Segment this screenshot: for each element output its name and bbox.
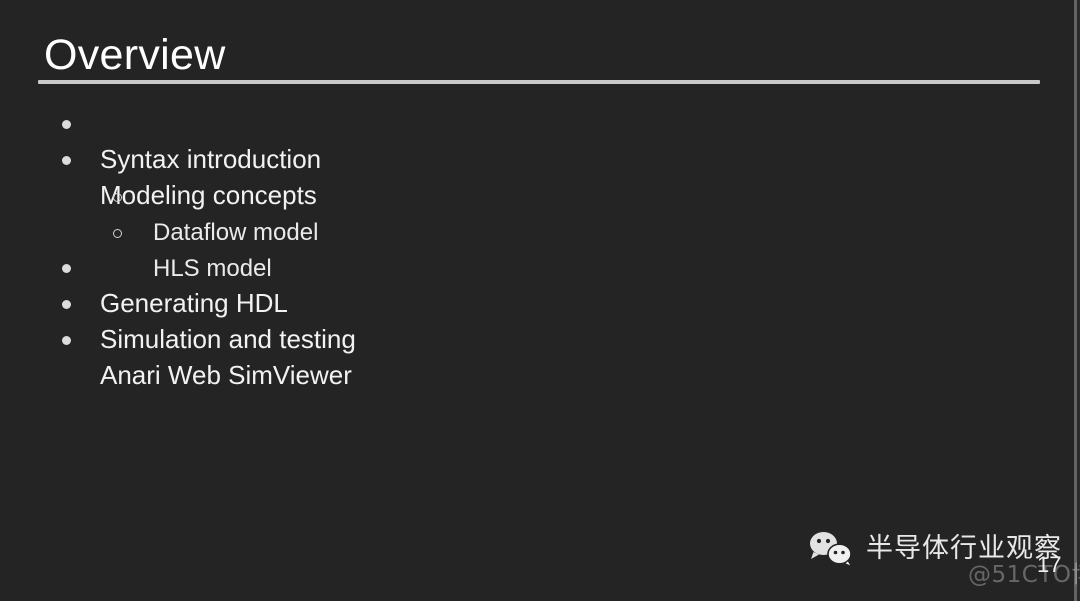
list-item: Simulation and testing xyxy=(0,300,1080,354)
site-watermark: @51CTO博客 xyxy=(968,562,1080,588)
list-item-sub: HLS model xyxy=(0,229,1080,282)
list-item-sub: Dataflow model xyxy=(0,193,1080,246)
bullet-circle-icon xyxy=(113,229,153,276)
page-title: Overview xyxy=(44,31,226,79)
bullet-disc-icon xyxy=(62,156,100,204)
list-item: Modeling concepts xyxy=(0,156,1080,210)
outline-list: Syntax introduction Modeling concepts Da… xyxy=(0,120,1080,390)
list-item: Generating HDL xyxy=(0,264,1080,318)
list-item-label: Anari Web SimViewer xyxy=(100,360,352,390)
list-item: Anari Web SimViewer xyxy=(0,336,1080,390)
title-underline-rule xyxy=(38,80,1040,84)
list-item: Syntax introduction xyxy=(0,120,1080,174)
bullet-disc-icon xyxy=(62,336,100,384)
slide-canvas: Overview Syntax introduction Modeling co… xyxy=(0,0,1080,601)
wechat-icon xyxy=(808,529,856,569)
